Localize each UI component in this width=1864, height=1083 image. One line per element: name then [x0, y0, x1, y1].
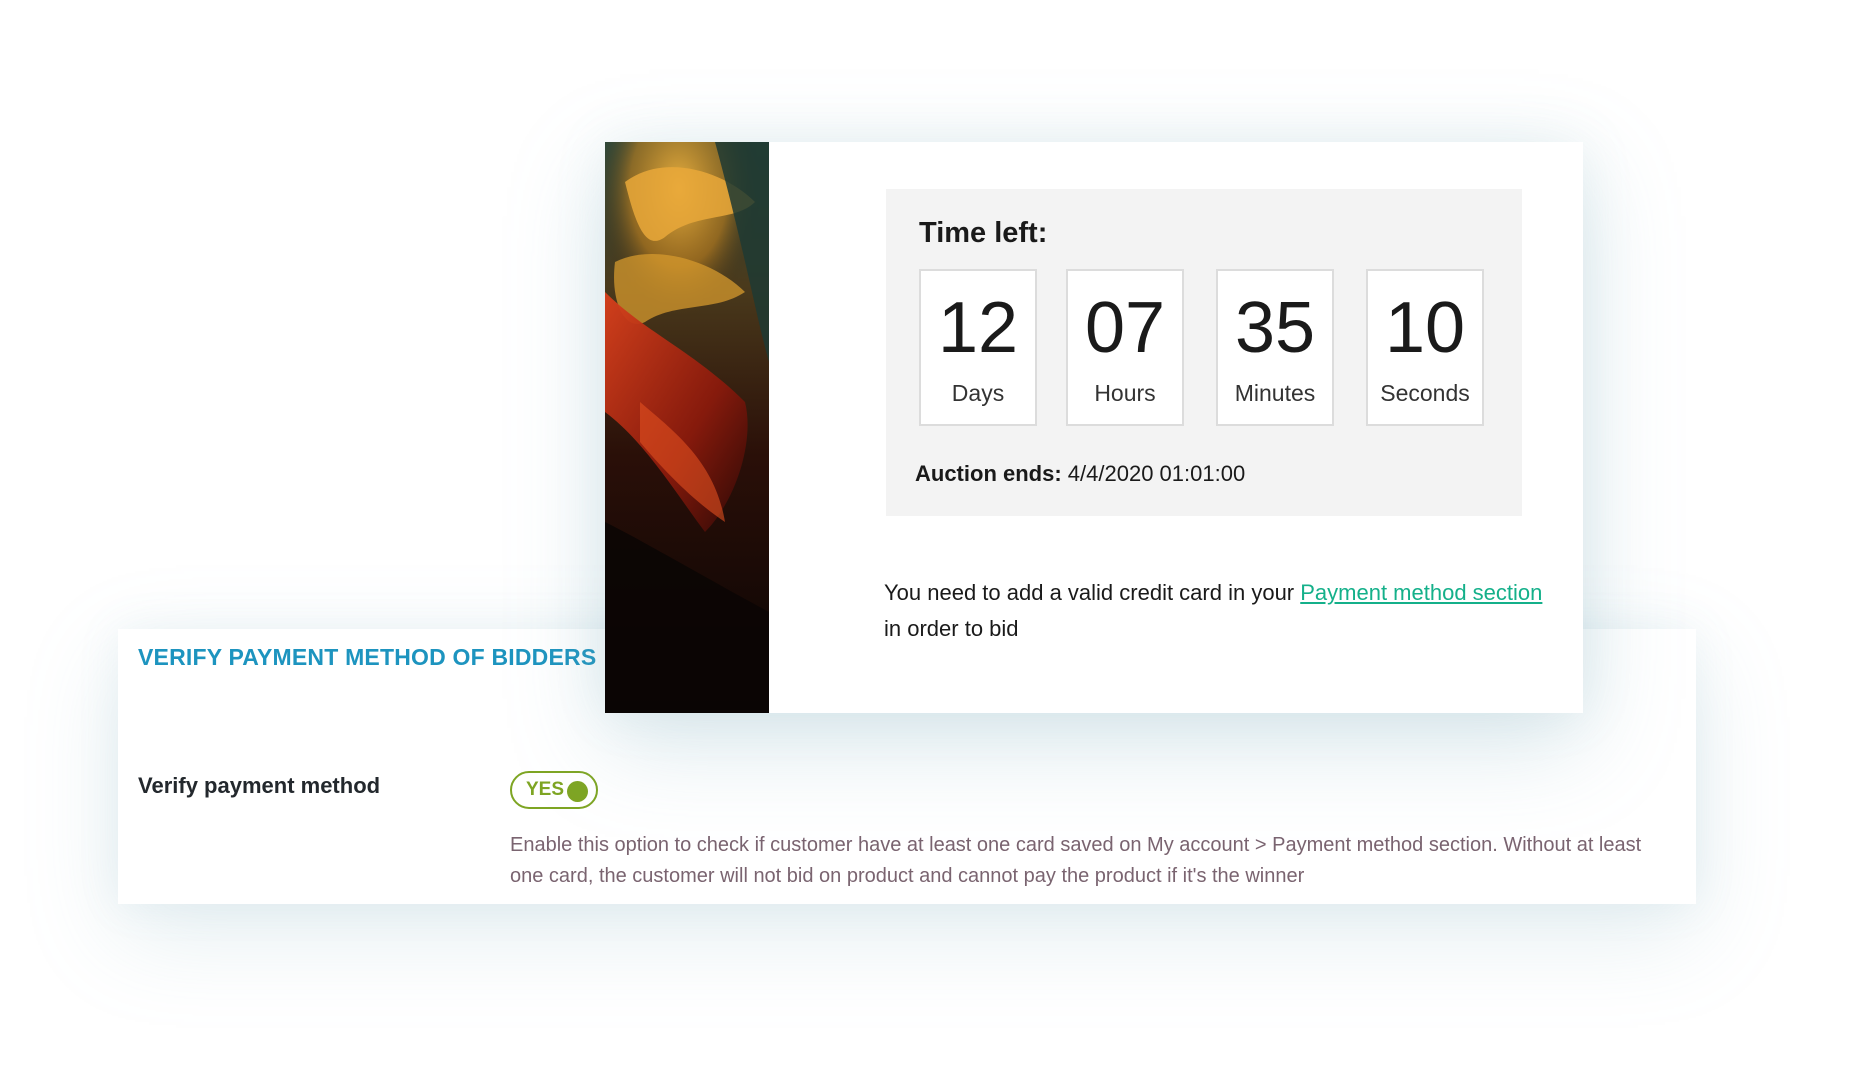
credit-card-notice: You need to add a valid credit card in y… — [884, 575, 1554, 647]
countdown-minutes: 35 Minutes — [1216, 269, 1334, 426]
toggle-state-label: YES — [526, 779, 565, 800]
auction-ends-label: Auction ends: — [915, 461, 1062, 486]
countdown-days: 12 Days — [919, 269, 1037, 426]
countdown-box: Time left: 12 Days 07 Hours 35 Minutes 1… — [886, 189, 1522, 516]
notice-suffix: in order to bid — [884, 616, 1019, 641]
toggle-knob — [567, 781, 588, 802]
hours-value: 07 — [1084, 288, 1166, 368]
countdown-seconds: 10 Seconds — [1366, 269, 1484, 426]
days-value: 12 — [937, 288, 1019, 368]
seconds-value: 10 — [1384, 288, 1466, 368]
hours-label: Hours — [1094, 380, 1156, 406]
minutes-value: 35 — [1234, 288, 1316, 368]
verify-payment-label: Verify payment method — [138, 773, 381, 798]
payment-method-link[interactable]: Payment method section — [1300, 580, 1542, 605]
auction-card: Time left: 12 Days 07 Hours 35 Minutes 1… — [605, 142, 1583, 713]
field-description: Enable this option to check if customer … — [510, 834, 1642, 887]
days-label: Days — [951, 380, 1005, 406]
section-title: VERIFY PAYMENT METHOD OF BIDDERS — [138, 644, 597, 670]
notice-prefix: You need to add a valid credit card in y… — [884, 580, 1301, 605]
countdown-title: Time left: — [919, 217, 1048, 249]
countdown-hours: 07 Hours — [1066, 269, 1184, 426]
verify-payment-toggle[interactable]: YES — [510, 771, 598, 809]
minutes-label: Minutes — [1234, 380, 1316, 406]
auction-ends-value: 4/4/2020 01:01:00 — [1067, 461, 1246, 486]
auction-ends: Auction ends: 4/4/2020 01:01:00 — [915, 461, 1245, 487]
product-image — [605, 142, 769, 713]
seconds-label: Seconds — [1380, 380, 1470, 406]
